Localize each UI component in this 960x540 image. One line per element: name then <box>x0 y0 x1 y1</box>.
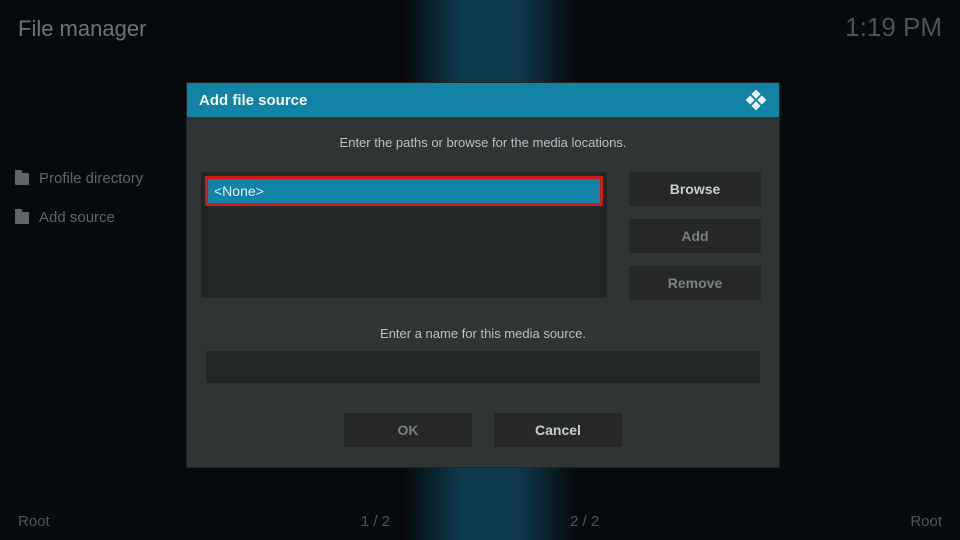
sidebar-item-profile-directory[interactable]: Profile directory <box>15 170 143 187</box>
folder-icon <box>15 212 29 224</box>
dialog-hint: Enter the paths or browse for the media … <box>201 135 765 150</box>
add-file-source-dialog: Add file source Enter the paths or brows… <box>186 82 780 468</box>
sidebar-item-label: Add source <box>39 209 115 226</box>
status-right: Root <box>910 513 942 530</box>
cancel-button[interactable]: Cancel <box>494 413 622 447</box>
status-left: Root <box>18 513 50 530</box>
dialog-header: Add file source <box>187 83 779 117</box>
ok-button[interactable]: OK <box>344 413 472 447</box>
sidebar-item-label: Profile directory <box>39 170 143 187</box>
remove-button[interactable]: Remove <box>629 266 761 300</box>
add-button[interactable]: Add <box>629 219 761 253</box>
kodi-logo-icon <box>745 89 767 111</box>
browse-button[interactable]: Browse <box>629 172 761 206</box>
name-hint: Enter a name for this media source. <box>201 326 765 341</box>
clock: 1:19 PM <box>845 12 942 43</box>
path-input[interactable]: <None> <box>205 176 603 206</box>
page-title: File manager <box>18 16 146 42</box>
sidebar-item-add-source[interactable]: Add source <box>15 209 143 226</box>
paths-list: <None> <box>201 172 607 298</box>
status-page2: 2 / 2 <box>570 513 599 530</box>
folder-icon <box>15 173 29 185</box>
dialog-title: Add file source <box>199 92 307 109</box>
name-input[interactable] <box>206 351 760 383</box>
status-page1: 1 / 2 <box>361 513 390 530</box>
sidebar: Profile directory Add source <box>15 170 143 226</box>
status-bar: Root 1 / 2 2 / 2 Root <box>0 513 960 530</box>
